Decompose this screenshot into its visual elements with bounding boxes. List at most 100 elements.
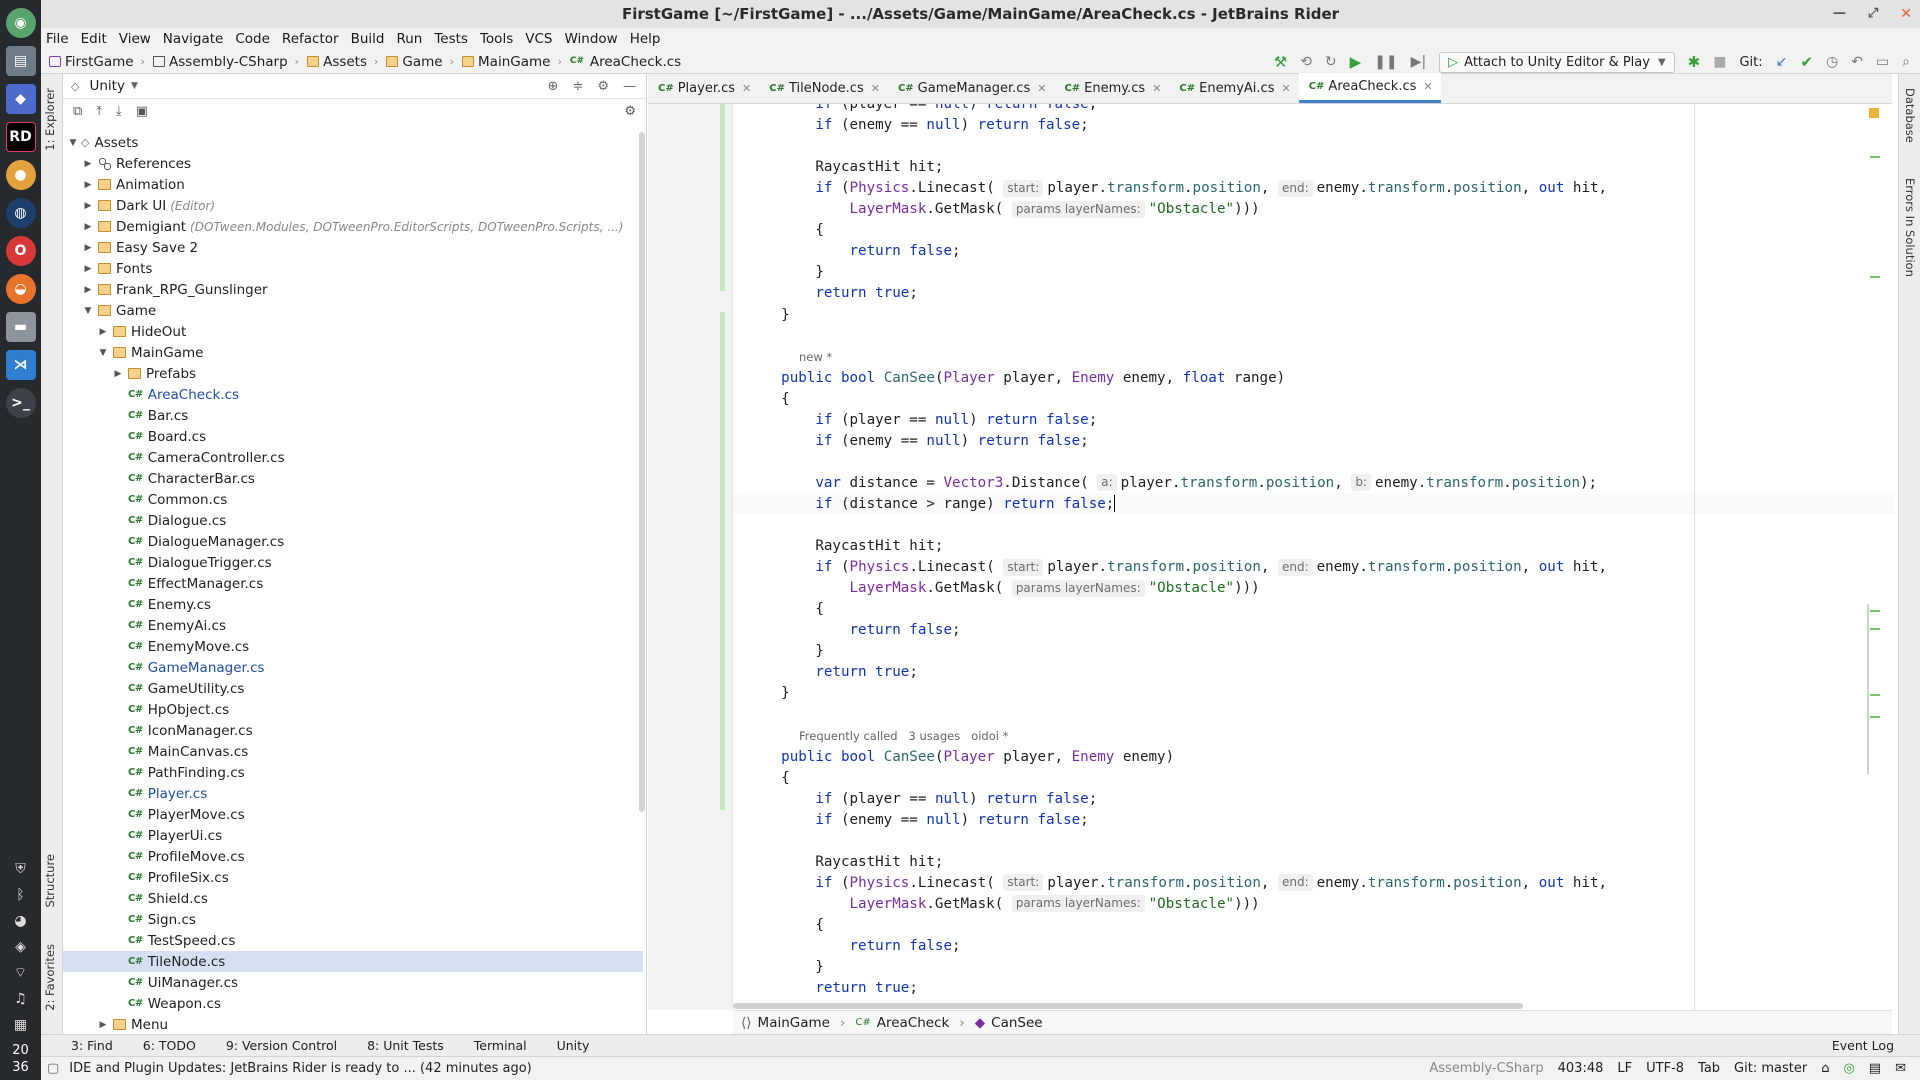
- code-line[interactable]: 390 LayerMask.GetMask( params layerNames…: [733, 199, 1895, 220]
- search-icon[interactable]: ⌕: [1902, 54, 1910, 70]
- tree-item[interactable]: ▶C#EnemyMove.cs: [63, 636, 643, 657]
- tree-item[interactable]: ▶C#Bar.cs: [63, 405, 643, 426]
- chevron-right-icon[interactable]: ▶: [97, 1020, 109, 1030]
- tree-item[interactable]: ▶C#Player.cs: [63, 783, 643, 804]
- chevron-right-icon[interactable]: ▶: [82, 201, 94, 211]
- app-icon[interactable]: ◆: [5, 84, 36, 114]
- inspection-icon[interactable]: ◎: [1843, 1061, 1854, 1076]
- wifi-icon[interactable]: ⌔: [8, 962, 34, 984]
- show-files-icon[interactable]: ⧉: [73, 104, 82, 119]
- nvidia-icon[interactable]: ◈: [8, 936, 34, 958]
- breadcrumb-namespace[interactable]: MainGame: [758, 1015, 830, 1031]
- close-icon[interactable]: ✕: [1900, 0, 1912, 28]
- tree-item[interactable]: ▶ Dark UI (Editor): [63, 195, 643, 216]
- code-lens-hint[interactable]: new *: [799, 350, 832, 364]
- code-line[interactable]: 402 var distance = Vector3.Distance( a:p…: [733, 472, 1895, 493]
- tree-item[interactable]: ▶C#Weapon.cs: [63, 993, 643, 1014]
- breadcrumb-item[interactable]: Assets ›: [307, 54, 378, 70]
- code-line[interactable]: 393 }: [733, 262, 1895, 283]
- tool-window-0[interactable]: 3: Find: [71, 1038, 113, 1053]
- tree-item[interactable]: ▶C#CameraController.cs: [63, 447, 643, 468]
- favorites-strip-button[interactable]: 2: Favorites: [43, 944, 57, 1011]
- tree-item[interactable]: ▶C#TileNode.cs: [63, 951, 643, 972]
- menu-window[interactable]: Window: [564, 31, 617, 47]
- tree-item[interactable]: ▶C#MainCanvas.cs: [63, 741, 643, 762]
- locate-icon[interactable]: ⊕: [548, 79, 559, 94]
- close-tab-icon[interactable]: ✕: [1423, 80, 1432, 93]
- chevron-down-icon[interactable]: ▼: [82, 306, 94, 316]
- code-line[interactable]: 412 }: [733, 683, 1895, 704]
- vcs-change-marker[interactable]: [720, 312, 725, 810]
- run-icon[interactable]: ▶: [1350, 53, 1362, 71]
- menu-help[interactable]: Help: [630, 31, 661, 47]
- editor-tab[interactable]: C# EnemyAi.cs ✕: [1169, 73, 1298, 103]
- gear-icon[interactable]: ⚙: [624, 104, 636, 119]
- status-toggle-icon[interactable]: ▢: [47, 1061, 59, 1076]
- code-line[interactable]: 387: [733, 136, 1895, 157]
- breadcrumb-class[interactable]: AreaCheck: [877, 1015, 950, 1031]
- chrome-icon[interactable]: ●: [5, 160, 36, 190]
- code-line[interactable]: 416 if (player == null) return false;: [733, 788, 1895, 809]
- errors-strip-button[interactable]: Errors In Solution: [1903, 178, 1917, 277]
- rebuild-icon[interactable]: ⟲: [1300, 54, 1312, 70]
- structure-strip-button[interactable]: Structure: [43, 854, 57, 908]
- vscode-icon[interactable]: ⋊: [5, 350, 36, 380]
- status-message[interactable]: IDE and Plugin Updates: JetBrains Rider …: [69, 1061, 531, 1076]
- debug-bug-icon[interactable]: ✱: [1688, 53, 1701, 71]
- breadcrumb-method[interactable]: CanSee: [991, 1015, 1042, 1031]
- close-tab-icon[interactable]: ✕: [1152, 82, 1161, 95]
- tree-item[interactable]: ▶C#Sign.cs: [63, 909, 643, 930]
- pause-icon[interactable]: ❚❚: [1374, 54, 1397, 70]
- code-line[interactable]: 421 LayerMask.GetMask( params layerNames…: [733, 893, 1895, 914]
- minimize-icon[interactable]: —: [1833, 0, 1846, 28]
- status-indent[interactable]: Tab: [1698, 1061, 1720, 1076]
- code-line[interactable]: 425 return true;: [733, 978, 1895, 999]
- git-history-icon[interactable]: ◷: [1826, 54, 1838, 70]
- tree-item[interactable]: ▶ References: [63, 153, 643, 174]
- git-commit-icon[interactable]: ✔: [1800, 53, 1813, 71]
- color-icon[interactable]: ◕: [8, 910, 34, 932]
- code-line[interactable]: 418: [733, 830, 1895, 851]
- code-line[interactable]: 406 if (Physics.Linecast( start:player.t…: [733, 557, 1895, 578]
- code-line[interactable]: 415 {: [733, 767, 1895, 788]
- chevron-right-icon[interactable]: ▶: [112, 369, 124, 379]
- tree-item[interactable]: ▶C#GameUtility.cs: [63, 678, 643, 699]
- status-encoding[interactable]: UTF-8: [1646, 1061, 1684, 1076]
- menu-code[interactable]: Code: [235, 31, 270, 47]
- code-line[interactable]: 410 }: [733, 641, 1895, 662]
- lock-icon[interactable]: ⌂: [1821, 1061, 1829, 1076]
- layout-icon[interactable]: ▭: [1876, 54, 1889, 70]
- code-line[interactable]: 404: [733, 515, 1895, 536]
- editor-horizontal-scrollbar[interactable]: [733, 1003, 1523, 1009]
- code-line[interactable]: 414 public bool CanSee(Player player, En…: [733, 746, 1895, 767]
- tree-item[interactable]: ▼ Game: [63, 300, 643, 321]
- menu-tests[interactable]: Tests: [434, 31, 468, 47]
- vcs-change-marker[interactable]: [720, 652, 725, 715]
- tree-item[interactable]: ▶C#HpObject.cs: [63, 699, 643, 720]
- memory-icon[interactable]: ▤: [1869, 1061, 1881, 1076]
- tree-item[interactable]: ▶C#Board.cs: [63, 426, 643, 447]
- menu-view[interactable]: View: [119, 31, 151, 47]
- rider-icon[interactable]: RD: [5, 122, 36, 152]
- run-configuration-select[interactable]: ▷ Attach to Unity Editor & Play ▼: [1439, 51, 1675, 73]
- tree-item[interactable]: ▶ HideOut: [63, 321, 643, 342]
- status-caret-position[interactable]: 403:48: [1558, 1061, 1604, 1076]
- chevron-right-icon[interactable]: ▶: [82, 285, 94, 295]
- tree-item[interactable]: ▶C#DialogueManager.cs: [63, 531, 643, 552]
- tree-root[interactable]: ▼ ◇ Assets: [63, 132, 643, 153]
- code-line[interactable]: 399 if (player == null) return false;: [733, 409, 1895, 430]
- code-lens-hint[interactable]: Frequently called 3 usages oidoi *: [799, 729, 1008, 743]
- build-hammer-icon[interactable]: ⚒: [1274, 53, 1287, 71]
- close-tab-icon[interactable]: ✕: [871, 82, 880, 95]
- tool-window-2[interactable]: 9: Version Control: [226, 1038, 337, 1053]
- tree-item[interactable]: ▶C#Enemy.cs: [63, 594, 643, 615]
- tree-item[interactable]: ▶C#GameManager.cs: [63, 657, 643, 678]
- gear-icon[interactable]: ⚙: [597, 79, 609, 94]
- chevron-down-icon[interactable]: ▼: [131, 81, 138, 91]
- chevron-right-icon[interactable]: ▶: [97, 327, 109, 337]
- tree-item[interactable]: ▶C#Common.cs: [63, 489, 643, 510]
- tree-item[interactable]: ▶C#PlayerMove.cs: [63, 804, 643, 825]
- tree-item[interactable]: ▶ Easy Save 2: [63, 237, 643, 258]
- editor-tab[interactable]: C# AreaCheck.cs ✕: [1298, 73, 1441, 103]
- music-icon[interactable]: ♫: [8, 988, 34, 1010]
